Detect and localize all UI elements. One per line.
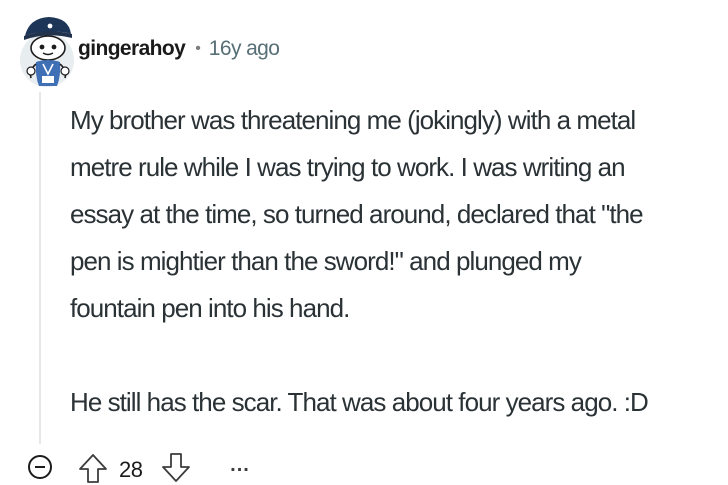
comment-age[interactable]: 16y ago: [209, 37, 280, 61]
comment-meta: gingerahoy • 16y ago: [78, 33, 280, 65]
collapse-minus-icon: [28, 455, 52, 479]
comment-body: My brother was threatening me (jokingly)…: [70, 97, 720, 426]
comment-action-bar: 28 ...: [0, 448, 728, 485]
avatar[interactable]: [19, 14, 75, 88]
more-options-button[interactable]: ...: [227, 452, 253, 478]
comment-paragraph: My brother was threatening me (jokingly)…: [70, 105, 644, 323]
collapse-button[interactable]: [27, 454, 53, 480]
upvote-button[interactable]: [76, 451, 110, 485]
downvote-button[interactable]: [159, 451, 193, 485]
vote-count: 28: [119, 457, 143, 482]
downvote-arrow-icon: [162, 453, 190, 482]
thread-line[interactable]: [39, 92, 41, 444]
snoo-avatar-icon: [20, 17, 74, 87]
ellipsis-icon: ...: [230, 454, 250, 476]
comment-paragraph: He still has the scar. That was about fo…: [70, 387, 649, 417]
comment: gingerahoy • 16y ago My brother was thre…: [0, 0, 728, 485]
author-username[interactable]: gingerahoy: [78, 37, 186, 61]
upvote-arrow-icon: [79, 454, 107, 483]
meta-separator: •: [195, 40, 201, 57]
